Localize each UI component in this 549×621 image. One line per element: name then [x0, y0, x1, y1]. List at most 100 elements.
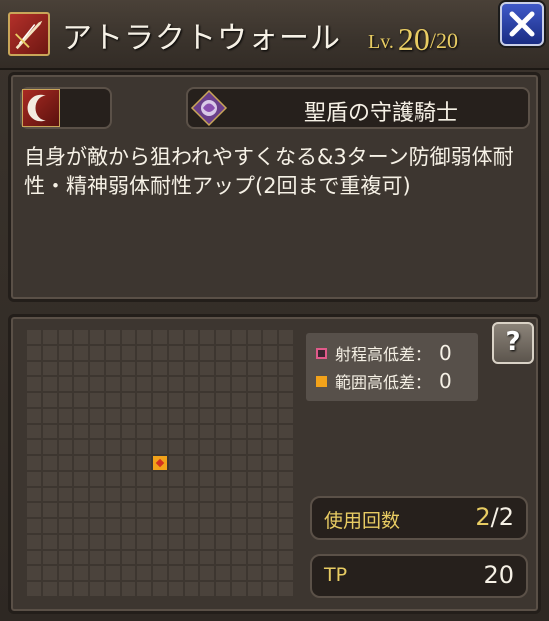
grid-cell — [121, 393, 136, 407]
grid-cell — [137, 471, 152, 486]
grid-cell — [200, 440, 215, 455]
grid-cell — [137, 330, 152, 344]
grid-cell — [263, 566, 278, 581]
grid-cell — [90, 440, 104, 455]
grid-cell — [231, 519, 246, 533]
grid-cell — [90, 582, 104, 596]
grid-cell — [200, 519, 215, 533]
grid-cell — [247, 424, 262, 439]
grid-cell — [216, 456, 230, 470]
grid-cell — [137, 566, 152, 581]
grid-cell — [200, 582, 215, 596]
grid-cell — [247, 534, 262, 549]
grid-cell — [42, 471, 57, 486]
grid-cell — [153, 408, 167, 423]
grid-cell — [200, 345, 215, 360]
grid-cell — [279, 550, 293, 565]
grid-cell — [105, 534, 120, 549]
grid-cell — [137, 519, 152, 533]
grid-cell — [184, 408, 199, 423]
grid-cell — [121, 424, 136, 439]
grid-cell — [200, 550, 215, 565]
grid-cell — [58, 330, 73, 344]
grid-cell — [184, 456, 199, 470]
grid-cell — [58, 361, 73, 376]
grid-cell — [42, 582, 57, 596]
grid-cell — [216, 345, 230, 360]
grid-cell — [27, 566, 41, 581]
grid-cell — [105, 393, 120, 407]
grid-cell — [216, 503, 230, 518]
grid-cell — [247, 550, 262, 565]
grid-cell — [74, 487, 89, 502]
grid-cell — [184, 566, 199, 581]
grid-cell — [184, 503, 199, 518]
grid-cell — [90, 345, 104, 360]
grid-cell — [184, 550, 199, 565]
grid-cell — [42, 330, 57, 344]
grid-cell — [168, 487, 183, 502]
grid-cell — [216, 377, 230, 392]
grid-cell — [137, 377, 152, 392]
grid-cell — [231, 582, 246, 596]
grid-cell — [105, 345, 120, 360]
grid-cell — [27, 440, 41, 455]
grid-cell — [74, 550, 89, 565]
grid-cell — [200, 330, 215, 344]
grid-cell — [27, 345, 41, 360]
grid-cell — [58, 471, 73, 486]
grid-cell — [121, 534, 136, 549]
grid-cell — [42, 361, 57, 376]
grid-cell — [168, 503, 183, 518]
grid-cell — [168, 440, 183, 455]
close-x-icon — [509, 11, 535, 37]
grid-cell — [58, 519, 73, 533]
grid-cell — [74, 582, 89, 596]
grid-cell — [153, 361, 167, 376]
grid-cell — [74, 377, 89, 392]
grid-cell — [121, 408, 136, 423]
grid-cell — [168, 550, 183, 565]
skill-header: アトラクトウォール Lv. 20/20 — [0, 0, 549, 70]
job-name: 聖盾の守護騎士 — [303, 101, 458, 126]
uses-current: 2 — [475, 503, 491, 531]
grid-cell — [74, 456, 89, 470]
grid-cell — [90, 377, 104, 392]
grid-cell — [231, 330, 246, 344]
grid-cell — [279, 456, 293, 470]
skill-description: 自身が敵から狙われやすくなる&3ターン防御弱体耐性・精神弱体耐性アップ(2回まで… — [24, 145, 514, 198]
grid-cell — [27, 361, 41, 376]
grid-cell — [27, 534, 41, 549]
legend-row-range-height: 射程高低差： 0 — [316, 341, 452, 365]
grid-cell — [105, 550, 120, 565]
grid-cell — [200, 566, 215, 581]
close-button[interactable] — [500, 2, 544, 46]
range-height-swatch — [316, 347, 327, 359]
grid-cell — [200, 487, 215, 502]
grid-cell — [74, 361, 89, 376]
grid-cell — [42, 440, 57, 455]
level-current: 20 — [397, 21, 430, 57]
grid-cell — [279, 519, 293, 533]
grid-cell — [153, 566, 167, 581]
grid-cell — [90, 393, 104, 407]
grid-cell — [42, 487, 57, 502]
grid-cell — [27, 487, 41, 502]
grid-cell — [137, 361, 152, 376]
grid-cell — [121, 377, 136, 392]
grid-cell-target — [153, 456, 167, 470]
grid-cell — [153, 582, 167, 596]
grid-cell — [216, 361, 230, 376]
grid-cell — [247, 408, 262, 423]
grid-cell — [90, 330, 104, 344]
level-label: Lv. — [368, 31, 394, 53]
level-max: /20 — [429, 28, 459, 53]
help-button[interactable]: ? — [492, 322, 534, 364]
grid-cell — [74, 330, 89, 344]
grid-cell — [263, 582, 278, 596]
grid-cell — [247, 456, 262, 470]
grid-cell — [247, 487, 262, 502]
grid-cell — [279, 487, 293, 502]
grid-cell — [263, 534, 278, 549]
grid-cell — [42, 550, 57, 565]
